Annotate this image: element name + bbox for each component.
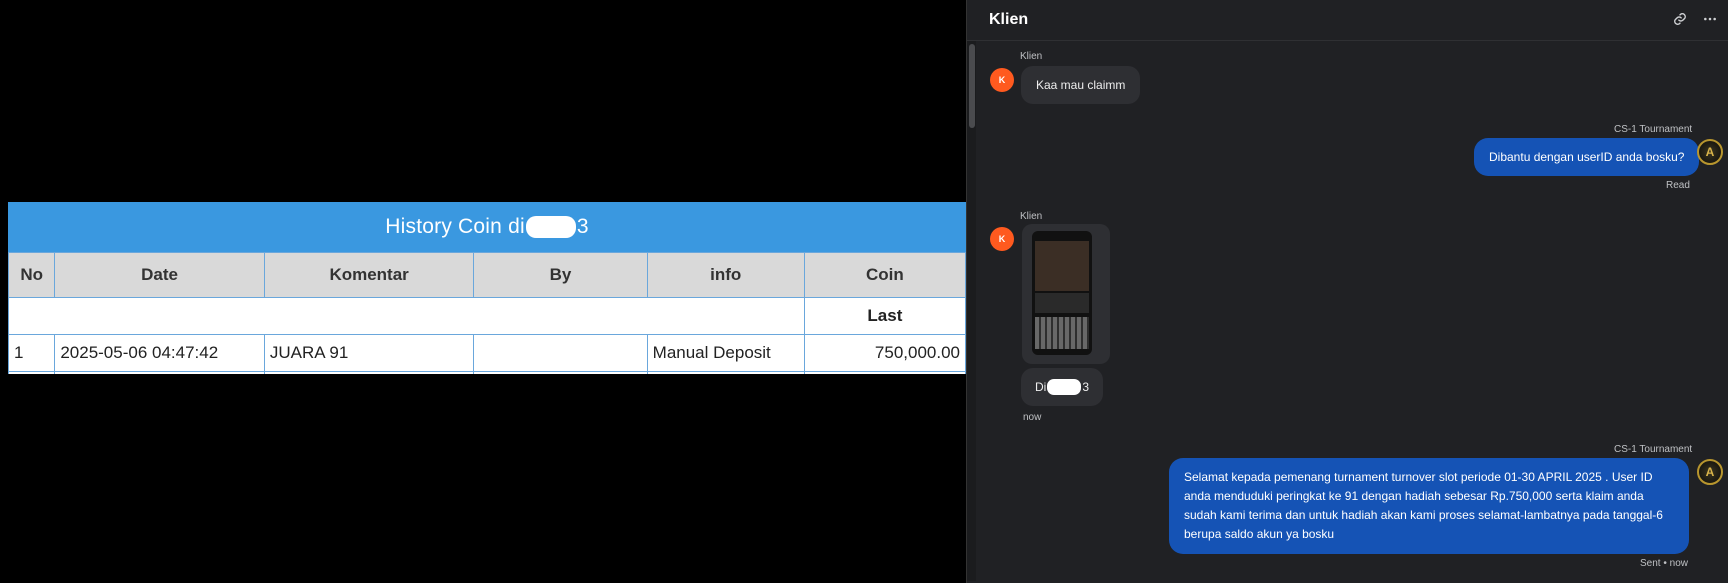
message-text-suffix: 3 xyxy=(1082,380,1090,394)
message-sender: Klien xyxy=(1020,211,1043,222)
cell-coin: 750,000.00 xyxy=(803,334,966,372)
chat-title: Klien xyxy=(989,11,1029,28)
message-bubble[interactable]: Selamat kepada pemenang turnament turnov… xyxy=(1169,458,1689,554)
cell-info: Manual Deposit xyxy=(646,334,805,372)
cell-date: 2025-05-06 04:47:42 xyxy=(54,334,265,372)
cell-by xyxy=(473,334,648,372)
link-icon[interactable] xyxy=(1673,12,1687,29)
cell-no: 1 xyxy=(8,334,56,372)
message-text-prefix: Di xyxy=(1035,380,1047,394)
message-sender: CS-1 Tournament xyxy=(1614,124,1693,135)
redaction-mask xyxy=(525,216,576,238)
avatar: K xyxy=(990,68,1014,92)
header-actions xyxy=(1673,12,1717,29)
more-icon[interactable] xyxy=(1703,12,1717,29)
message-text: Dibantu dengan userID anda bosku? xyxy=(1489,150,1685,164)
message-text: Selamat kepada pemenang turnament turnov… xyxy=(1184,470,1663,541)
avatar: K xyxy=(990,227,1014,251)
history-coin-panel: History Coin di 3 No Date Komentar By inf… xyxy=(8,202,966,374)
message-bubble[interactable]: Dibantu dengan userID anda bosku? xyxy=(1474,138,1700,176)
chat-header: Klien xyxy=(967,0,1728,41)
column-header-date: Date xyxy=(54,252,265,298)
message-text: Kaa mau claimm xyxy=(1036,78,1126,92)
message-bubble[interactable]: Kaa mau claimm xyxy=(1021,66,1141,104)
column-header-komentar: Komentar xyxy=(263,252,475,298)
message-status: Sent • now xyxy=(1640,558,1688,569)
column-header-info: info xyxy=(646,252,805,298)
avatar: A xyxy=(1697,459,1723,485)
message-sender: CS-1 Tournament xyxy=(1614,444,1693,455)
avatar: A xyxy=(1697,139,1723,165)
redaction-mask xyxy=(1047,379,1082,395)
last-label: Last xyxy=(803,297,966,335)
history-coin-table: No Date Komentar By info Coin Last 1 202… xyxy=(8,252,966,374)
table-row: 1 2025-05-06 04:47:42 JUARA 91 Manual De… xyxy=(8,334,966,372)
column-header-coin: Coin xyxy=(803,252,966,298)
message-time: now xyxy=(1023,412,1042,423)
chat-scrollbar-thumb[interactable] xyxy=(969,44,975,128)
title-suffix: 3 xyxy=(576,215,589,238)
cell-komentar: JUARA 91 xyxy=(263,334,475,372)
message-status: Read xyxy=(1666,180,1690,191)
column-header-no: No xyxy=(8,252,56,298)
message-bubble[interactable]: Di 3 xyxy=(1021,368,1104,406)
last-subheader-row: Last xyxy=(8,297,966,335)
title-prefix: History Coin di xyxy=(385,215,525,238)
column-header-by: By xyxy=(473,252,648,298)
empty-cell xyxy=(8,297,805,335)
message-sender: Klien xyxy=(1020,51,1043,62)
table-header-row: No Date Komentar By info Coin xyxy=(8,252,966,298)
table-row xyxy=(8,371,966,374)
phone-screenshot-thumbnail xyxy=(1032,231,1092,355)
history-coin-title: History Coin di 3 xyxy=(8,202,966,252)
image-attachment[interactable] xyxy=(1022,224,1110,364)
